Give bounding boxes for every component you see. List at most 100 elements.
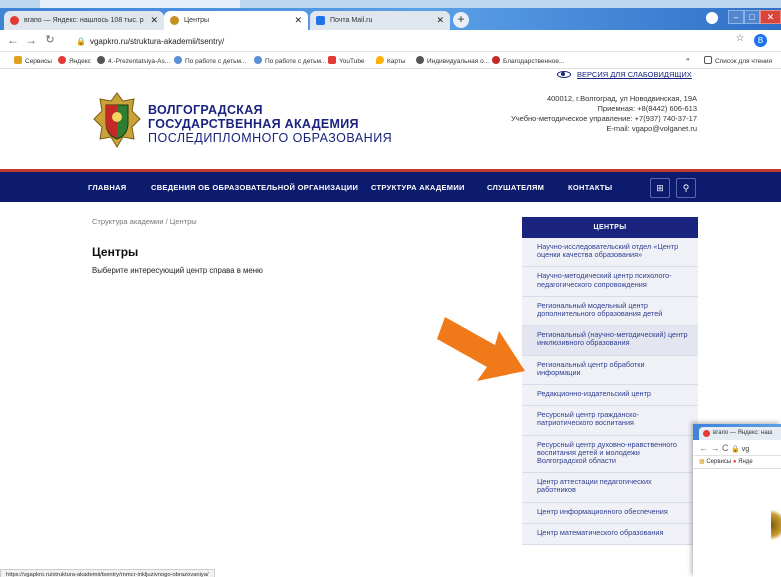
heart-icon	[492, 56, 500, 64]
sidebar-item-spiritual-moral[interactable]: Ресурсный центр духовно-нравственного во…	[522, 436, 698, 474]
maximize-icon[interactable]: □	[744, 10, 760, 24]
close-icon[interactable]: ✕	[150, 15, 158, 26]
search-icon[interactable]: ⚲	[676, 178, 696, 198]
reading-list-icon	[704, 56, 712, 64]
bookmark-individual[interactable]: Индивидуальная о...	[416, 56, 489, 65]
bookmark-services[interactable]: Сервисы	[14, 56, 52, 65]
bookmark-label: YouTube	[339, 58, 365, 65]
bookmark-yandex[interactable]: Яндекс	[58, 56, 91, 65]
bookmarks-bar: ▦ Сервисы ● Янде	[693, 456, 781, 469]
sidebar-item-info-processing[interactable]: Региональный центр обработки информации	[522, 356, 698, 386]
new-tab-button[interactable]: +	[453, 12, 469, 28]
tab-centers[interactable]: Центры ✕	[164, 11, 308, 30]
forward-icon[interactable]: →	[24, 33, 38, 47]
nav-item-structure[interactable]: СТРУКТУРА АКАДЕМИИ	[371, 183, 465, 192]
sidebar-item-attestation[interactable]: Центр аттестации педагогических работник…	[522, 473, 698, 503]
tab-yandex[interactable]: вгапо — Яндекс: нашлось 108 тыс. р ✕	[4, 11, 164, 30]
sidebar-item-quality-assessment[interactable]: Научно-исследовательский отдел «Центр оц…	[522, 238, 698, 268]
reload-icon[interactable]: ↻	[43, 33, 57, 46]
nav-item-students[interactable]: СЛУШАТЕЛЯМ	[487, 183, 544, 192]
mail-icon	[316, 16, 325, 25]
address-text: 400012, г.Волгоград, ул Новодвинская, 19…	[546, 94, 697, 103]
lock-icon: 🔒	[76, 37, 86, 46]
window-close-icon[interactable]: ✕	[760, 10, 781, 24]
youtube-icon	[328, 56, 336, 64]
bookmark-gratitude[interactable]: Благодарственное...	[492, 56, 564, 65]
reception-phone: Приемная: +8(8442) 606-613	[597, 104, 697, 113]
sidebar-item-patriotic[interactable]: Ресурсный центр гражданско-патриотическо…	[522, 406, 698, 436]
browser-toolbar: ← → C 🔒 vg	[693, 440, 781, 456]
method-dept-phone: Учебно-методическое управление: +7(937) …	[510, 114, 697, 123]
academy-name[interactable]: ВОЛГОГРАДСКАЯ ГОСУДАРСТВЕННАЯ АКАДЕМИЯ П…	[148, 103, 392, 145]
tab-title: Центры	[184, 17, 210, 24]
sidebar-item-info-support[interactable]: Центр информационного обеспечения	[522, 503, 698, 524]
bookmark-label: Индивидуальная о...	[427, 58, 490, 65]
globe-icon	[97, 56, 105, 64]
browser-window: вгапо — Яндекс: нашлось 108 тыс. р ✕ Цен…	[0, 8, 781, 577]
bookmark-label: Карты	[387, 58, 406, 65]
tab-title: вгапо — Яндекс: нашлось 108 тыс. р	[24, 17, 144, 24]
profile-circle-icon[interactable]	[706, 12, 718, 24]
address-text: vg	[741, 446, 750, 453]
sidebar-item-publishing[interactable]: Редакционно-издательский центр	[522, 385, 698, 407]
bookmark-label: По работе с детьм...	[185, 58, 247, 65]
bookmark-label: По работе с детьм...	[265, 58, 327, 65]
eye-icon	[557, 71, 571, 78]
tab-yandex[interactable]: вгапо — Яндекс: наш	[699, 427, 781, 440]
tab-mail[interactable]: Почта Mail.ru ✕	[310, 11, 450, 30]
bookmark-star-icon[interactable]: ☆	[733, 33, 747, 44]
bookmarks-more-button[interactable]: »	[686, 56, 690, 63]
centers-sidebar: ЦЕНТРЫ Научно-исследовательский отдел «Ц…	[522, 217, 698, 577]
low-vision-link[interactable]: ВЕРСИЯ ДЛЯ СЛАБОВИДЯЩИХ	[557, 70, 692, 79]
page-title: Центры	[92, 245, 139, 259]
nav-item-org-info[interactable]: СВЕДЕНИЯ ОБ ОБРАЗОВАТЕЛЬНОЙ ОРГАНИЗАЦИИ	[151, 183, 358, 192]
tab-title: Почта Mail.ru	[330, 17, 373, 24]
web-page: ВЕРСИЯ ДЛЯ СЛАБОВИДЯЩИХ ВОЛГОГРАДСКАЯ ГО…	[0, 69, 781, 577]
bookmark-reading-list[interactable]: Список для чтения	[704, 56, 772, 65]
brand-line: ГОСУДАРСТВЕННАЯ АКАДЕМИЯ	[148, 117, 359, 131]
bookmark-presentation[interactable]: 4.-Prezentatsiya-As...	[97, 56, 170, 65]
back-icon[interactable]: ←	[6, 33, 20, 47]
bookmark-work-children-2[interactable]: По работе с детьм...	[254, 56, 326, 65]
bookmark-label: Благодарственное...	[503, 58, 565, 65]
apps-grid-icon	[14, 56, 22, 64]
bookmarks-bar: Сервисы Яндекс 4.-Prezentatsiya-As... По…	[0, 52, 781, 69]
brand-line: ПОСЛЕДИПЛОМНОГО ОБРАЗОВАНИЯ	[148, 131, 393, 145]
bookmark-label[interactable]: Сервисы	[706, 459, 731, 465]
close-icon[interactable]: ✕	[436, 15, 444, 26]
sidebar-item-inclusive-education[interactable]: Региональный (научно-методический) центр…	[522, 326, 698, 356]
sidebar-header: ЦЕНТРЫ	[522, 217, 698, 238]
bookmark-work-children-1[interactable]: По работе с детьм...	[174, 56, 246, 65]
sitemap-icon[interactable]: ⊞	[650, 178, 670, 198]
minimize-icon[interactable]: –	[728, 10, 744, 24]
nav-item-contacts[interactable]: КОНТАКТЫ	[568, 183, 612, 192]
nav-item-home[interactable]: ГЛАВНАЯ	[88, 183, 126, 192]
bookmark-label[interactable]: Янде	[738, 459, 752, 465]
yandex-icon	[58, 56, 66, 64]
tab-bar: вгапо — Яндекс: нашлось 108 тыс. р ✕ Цен…	[0, 8, 781, 30]
bookmark-label: Сервисы	[25, 58, 52, 65]
pointer-arrow-icon	[437, 317, 525, 381]
overlapping-browser-window[interactable]: вгапо — Яндекс: наш ← → C 🔒 vg ▦ Сервисы…	[693, 424, 781, 577]
close-icon[interactable]: ✕	[294, 15, 302, 26]
low-vision-label: ВЕРСИЯ ДЛЯ СЛАБОВИДЯЩИХ	[577, 70, 692, 79]
status-url: https://vgapkro.ru/struktura-akademii/ts…	[0, 569, 215, 577]
address-bar[interactable]: 🔒 vgapkro.ru/struktura-akademii/tsentry/	[76, 34, 646, 49]
heart-icon	[254, 56, 262, 64]
bookmark-maps[interactable]: Карты	[376, 56, 406, 65]
contact-info: 400012, г.Волгоград, ул Новодвинская, 19…	[511, 94, 697, 134]
bookmark-youtube[interactable]: YouTube	[328, 56, 365, 65]
globe-icon	[416, 56, 424, 64]
sidebar-item-children-education[interactable]: Региональный модельный центр дополнитель…	[522, 297, 698, 327]
heart-icon	[174, 56, 182, 64]
tab-bar: вгапо — Яндекс: наш	[693, 424, 781, 440]
address-text: vgapkro.ru/struktura-akademii/tsentry/	[89, 37, 225, 46]
sidebar-item-psych-support[interactable]: Научно-методический центр психолого-педа…	[522, 267, 698, 297]
email-text[interactable]: E-mail: vgapo@volganet.ru	[511, 124, 697, 134]
sidebar-item-math-education[interactable]: Центр математического образования	[522, 524, 698, 546]
bookmark-label: Яндекс	[69, 58, 91, 65]
profile-avatar[interactable]: B	[754, 34, 767, 47]
main-navigation: ГЛАВНАЯ СВЕДЕНИЯ ОБ ОБРАЗОВАТЕЛЬНОЙ ОРГА…	[0, 169, 781, 202]
breadcrumb[interactable]: Структура академии / Центры	[92, 217, 197, 226]
yandex-icon	[10, 16, 19, 25]
